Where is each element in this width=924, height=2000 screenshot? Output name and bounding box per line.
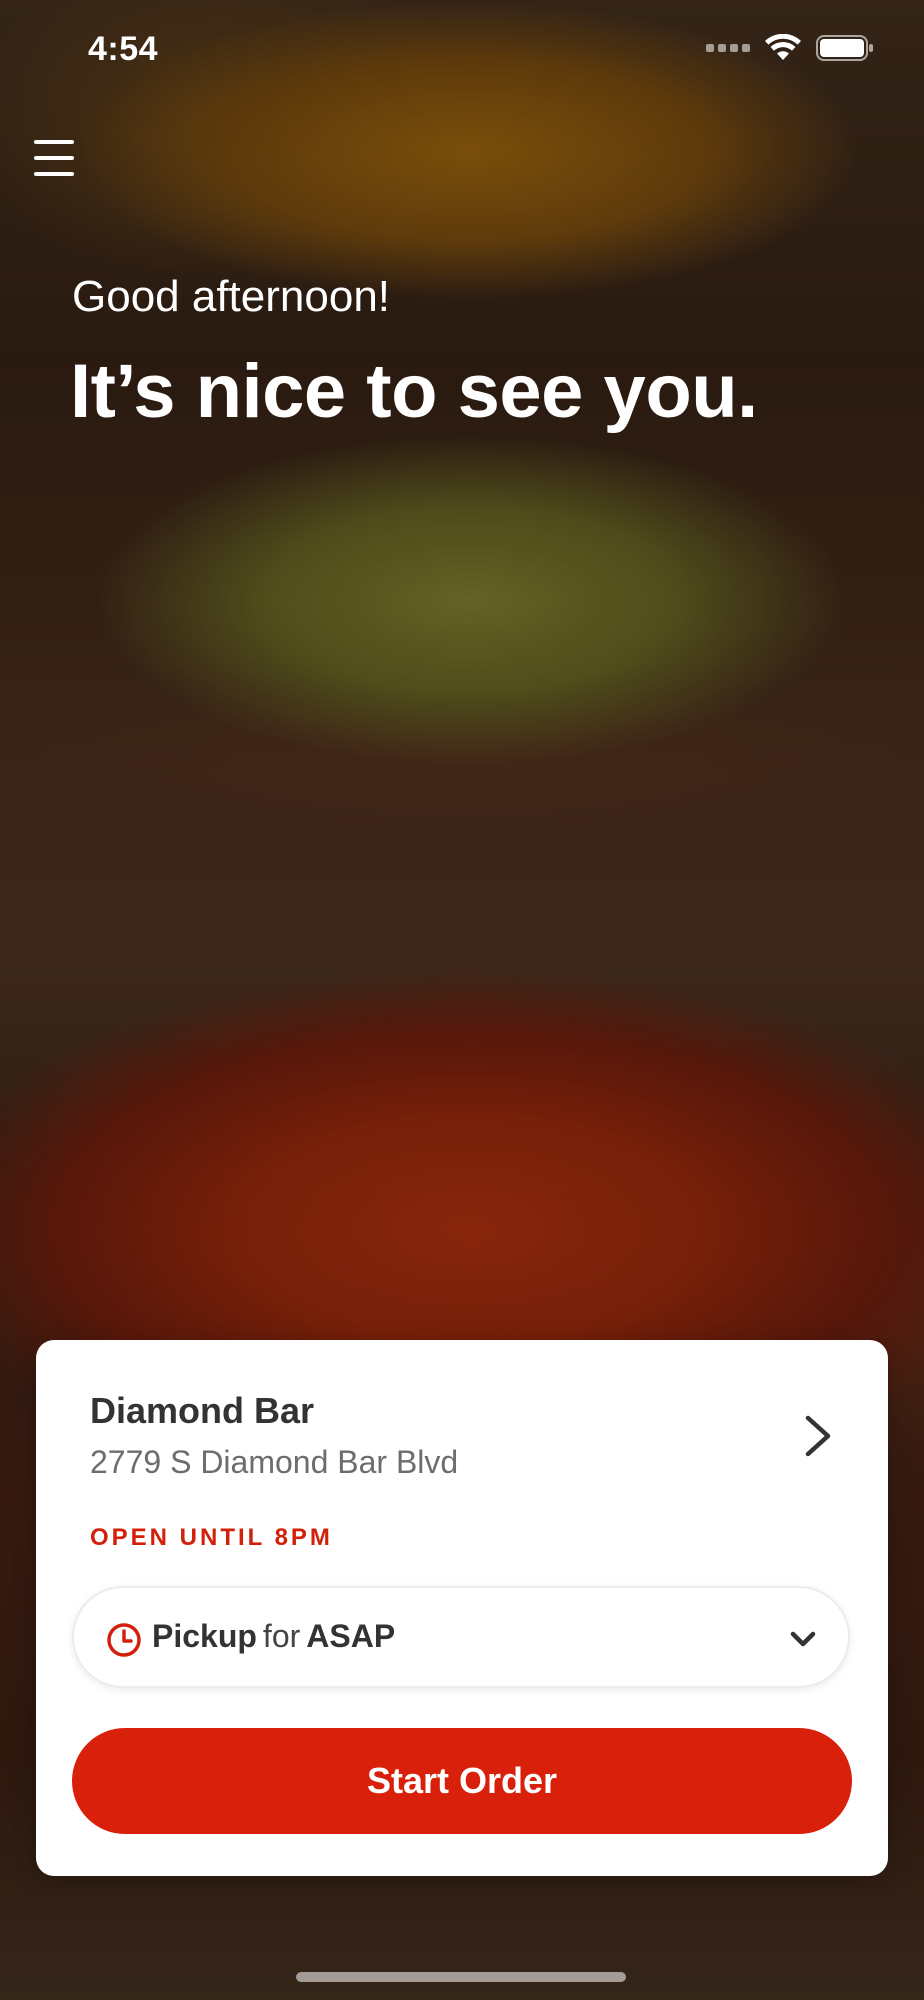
open-status-label: OPEN UNTIL 8PM <box>90 1524 333 1551</box>
cellular-signal-icon <box>706 44 750 52</box>
order-mode-label: Pickup <box>152 1618 257 1654</box>
order-mode-connector: for <box>262 1618 301 1654</box>
pickup-time-dropdown[interactable]: Pickup for ASAP <box>72 1586 850 1688</box>
location-name: Diamond Bar <box>90 1390 315 1431</box>
status-bar: 4:54 <box>0 0 924 100</box>
order-time-label: ASAP <box>306 1618 396 1654</box>
home-indicator[interactable] <box>296 1972 626 1982</box>
greeting-text: Good afternoon! <box>72 272 391 321</box>
chevron-down-icon <box>790 1631 816 1647</box>
page-headline: It’s nice to see you. <box>70 349 758 434</box>
location-selector[interactable]: Diamond Bar 2779 S Diamond Bar Blvd <box>36 1340 888 1520</box>
location-address: 2779 S Diamond Bar Blvd <box>90 1444 459 1480</box>
status-time: 4:54 <box>88 30 159 68</box>
start-order-button[interactable]: Start Order <box>72 1728 852 1834</box>
clock-icon <box>107 1623 141 1657</box>
app-screen: 4:54 Good afternoon! It’s nice to see yo… <box>0 0 924 2000</box>
order-card: Diamond Bar 2779 S Diamond Bar Blvd OPEN… <box>36 1340 888 1876</box>
wifi-icon <box>765 34 801 60</box>
hamburger-menu-icon[interactable] <box>34 140 74 176</box>
pickup-summary: Pickup for ASAP <box>152 1618 395 1655</box>
chevron-right-icon <box>805 1415 831 1457</box>
battery-icon <box>816 35 873 61</box>
status-icons <box>706 34 874 62</box>
